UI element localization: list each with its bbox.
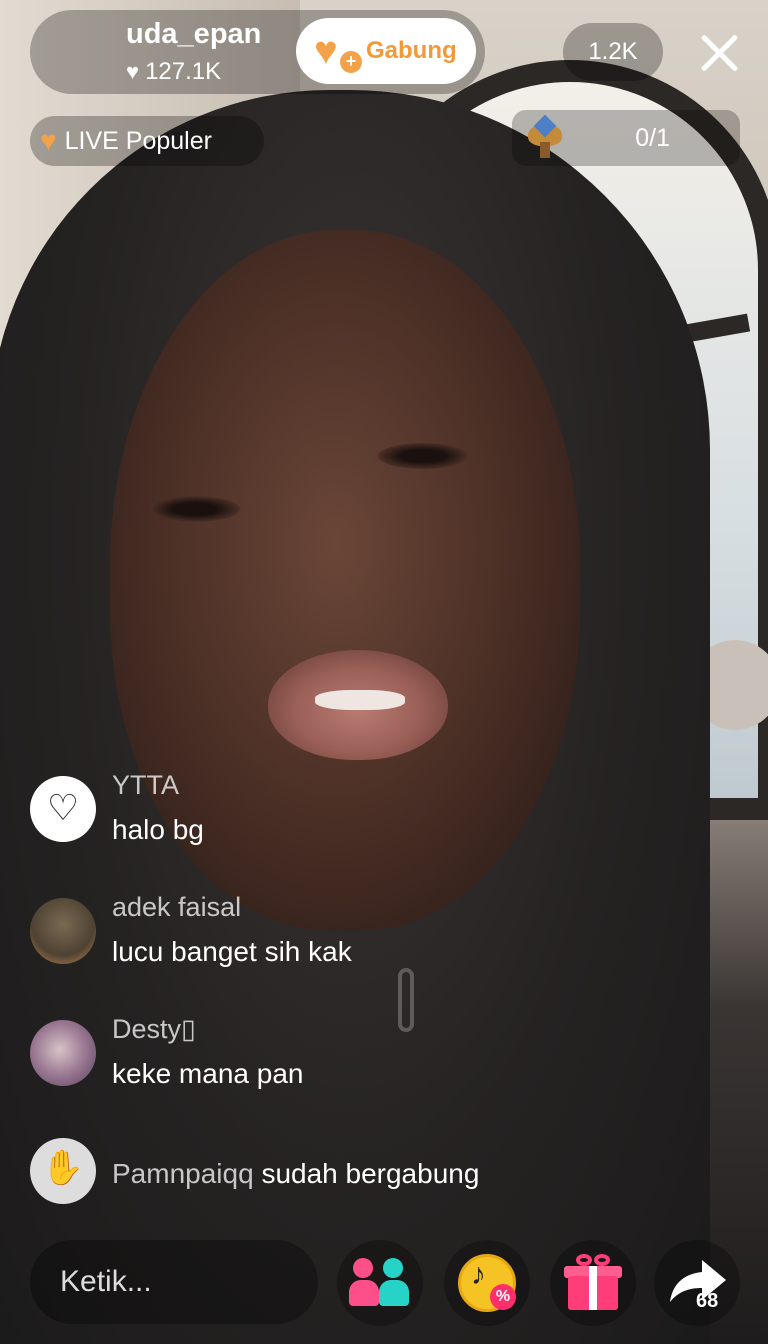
multi-guest-button[interactable] bbox=[337, 1240, 423, 1326]
share-button[interactable]: 68 bbox=[654, 1240, 740, 1326]
gift-button[interactable] bbox=[550, 1240, 636, 1326]
popular-label: LIVE Populer bbox=[64, 126, 212, 155]
rank-progress[interactable]: 0/1 bbox=[512, 110, 740, 166]
avatar[interactable] bbox=[30, 1020, 96, 1086]
coin-promo-button[interactable]: ♪% bbox=[444, 1240, 530, 1326]
comment-input[interactable] bbox=[30, 1240, 318, 1324]
join-username[interactable]: Pamnpaiqq bbox=[112, 1158, 254, 1189]
host-likes: ♥ 127.1K bbox=[126, 58, 221, 86]
heart-icon: ♥ bbox=[40, 125, 57, 156]
rank-badge-icon bbox=[528, 114, 562, 158]
comment-username[interactable]: YTTA bbox=[112, 770, 179, 801]
avatar[interactable] bbox=[30, 898, 96, 964]
join-notice-text: Pamnpaiqq sudah bergabung bbox=[112, 1158, 479, 1190]
comment-username[interactable]: adek faisal bbox=[112, 892, 241, 923]
viewer-count-button[interactable]: 1.2K bbox=[563, 23, 663, 81]
comment-message: lucu banget sih kak bbox=[112, 936, 352, 967]
share-count: 68 bbox=[696, 1290, 719, 1312]
wave-icon: ✋ bbox=[41, 1149, 85, 1187]
heart-icon: ♥ bbox=[126, 59, 140, 84]
join-fan-club-button[interactable]: ♥ + Gabung bbox=[296, 18, 476, 84]
join-text: sudah bergabung bbox=[261, 1158, 480, 1189]
heart-icon: ♡ bbox=[46, 787, 80, 828]
rank-counter: 0/1 bbox=[635, 124, 670, 152]
live-video-frame bbox=[0, 0, 768, 1344]
comment-message: keke mana pan bbox=[112, 1058, 304, 1089]
live-popular-badge[interactable]: ♥ LIVE Populer bbox=[30, 116, 264, 166]
host-likes-count: 127.1K bbox=[145, 58, 222, 85]
avatar[interactable]: ♡ bbox=[30, 776, 96, 842]
host-username[interactable]: uda_epan bbox=[126, 18, 261, 51]
join-label: Gabung bbox=[366, 37, 457, 64]
close-icon[interactable] bbox=[698, 32, 740, 74]
heart-plus-icon: ♥ + bbox=[314, 29, 364, 75]
comment-username[interactable]: Desty▯ bbox=[112, 1014, 196, 1045]
comment-message: halo bg bbox=[112, 814, 204, 845]
wave-avatar: ✋ bbox=[30, 1138, 96, 1204]
